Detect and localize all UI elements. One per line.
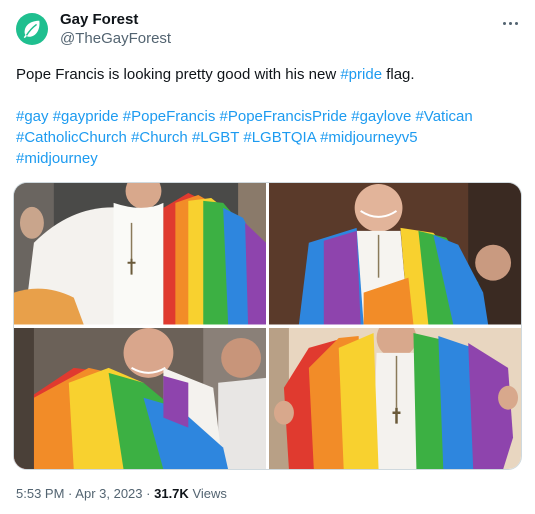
hashtag-list: #gay #gaypride #PopeFrancis #PopeFrancis… [16,106,519,169]
hashtag-link[interactable]: #midjourneyv5 [320,129,418,146]
views-label: Views [192,486,227,501]
author-info: Gay Forest @TheGayForest [60,11,171,48]
hashtag-link[interactable]: #CatholicChurch [16,129,127,146]
pope-rainbow-flag-image [14,327,266,469]
media-image-1[interactable] [14,183,266,325]
more-options-button[interactable] [499,12,521,30]
author-handle[interactable]: @TheGayForest [60,29,171,48]
views-count: 31.7K [154,486,189,501]
tweet-body-text-2: flag. [382,66,415,83]
more-horizontal-icon [501,12,519,30]
hashtag-link[interactable]: #midjourney [16,150,98,167]
tweet-body: Pope Francis is looking pretty good with… [16,64,519,85]
tweet-text: Pope Francis is looking pretty good with… [16,64,519,169]
hashtag-link[interactable]: #LGBTQIA [243,129,316,146]
tweet-date[interactable]: Apr 3, 2023 [75,486,142,501]
tweet-meta: 5:53 PM · Apr 3, 2023 · 31.7K Views [16,486,227,502]
hashtag-link[interactable]: #gaylove [351,108,411,125]
hashtag-link[interactable]: #LGBT [192,129,239,146]
hashtag-link[interactable]: #gaypride [53,108,119,125]
author-name[interactable]: Gay Forest [60,11,171,29]
hashtag-link[interactable]: #gay [16,108,49,125]
hashtag-link[interactable]: #Church [131,129,188,146]
media-image-4[interactable] [269,327,521,469]
hashtag-link-pride[interactable]: #pride [340,66,382,83]
avatar[interactable] [16,13,48,45]
meta-separator-2: · [146,486,151,501]
meta-separator: · [68,486,73,501]
tweet-header: Gay Forest @TheGayForest [16,0,519,52]
pope-rainbow-flag-image [269,327,521,469]
media-grid [13,182,522,470]
hashtag-link[interactable]: #PopeFrancisPride [220,108,348,125]
pope-rainbow-flag-image [269,183,521,325]
media-image-3[interactable] [14,327,266,469]
pope-rainbow-flag-image [14,183,266,325]
leaf-icon [23,20,40,39]
hashtag-link[interactable]: #PopeFrancis [123,108,216,125]
tweet-time[interactable]: 5:53 PM [16,486,64,501]
tweet-body-text-1: Pope Francis is looking pretty good with… [16,66,341,83]
tweet-card[interactable]: Gay Forest @TheGayForest Pope Francis is… [0,0,535,514]
media-image-2[interactable] [269,183,521,325]
hashtag-link[interactable]: #Vatican [415,108,472,125]
